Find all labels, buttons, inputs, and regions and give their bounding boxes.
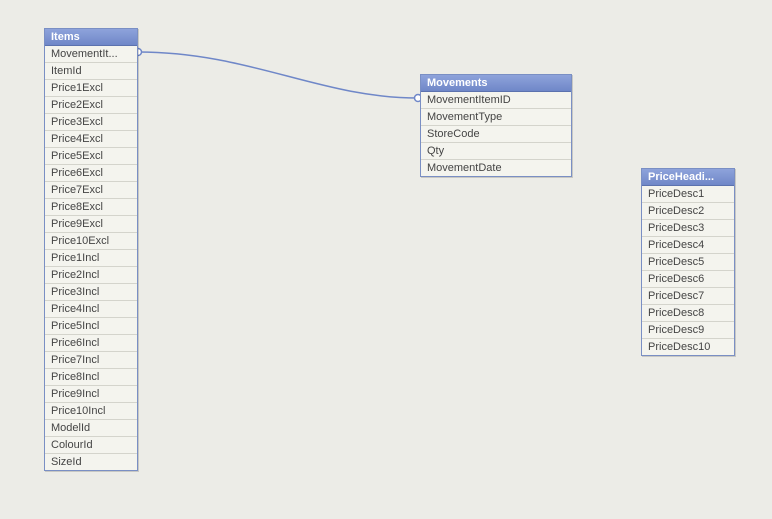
table-movements-field[interactable]: Qty (421, 143, 571, 160)
table-items-field[interactable]: MovementIt... (45, 46, 137, 63)
table-items-field[interactable]: ItemId (45, 63, 137, 80)
table-items-field[interactable]: Price6Incl (45, 335, 137, 352)
table-priceheadings-field[interactable]: PriceDesc1 (642, 186, 734, 203)
table-items[interactable]: Items MovementIt... ItemId Price1Excl Pr… (44, 28, 138, 471)
table-movements-field[interactable]: MovementItemID (421, 92, 571, 109)
table-movements[interactable]: Movements MovementItemID MovementType St… (420, 74, 572, 177)
table-items-field[interactable]: Price8Incl (45, 369, 137, 386)
table-movements-header[interactable]: Movements (421, 75, 571, 92)
table-movements-field[interactable]: StoreCode (421, 126, 571, 143)
table-priceheadings-field[interactable]: PriceDesc2 (642, 203, 734, 220)
table-items-field[interactable]: Price4Incl (45, 301, 137, 318)
table-items-field[interactable]: Price4Excl (45, 131, 137, 148)
table-priceheadings[interactable]: PriceHeadi... PriceDesc1 PriceDesc2 Pric… (641, 168, 735, 356)
table-priceheadings-field[interactable]: PriceDesc9 (642, 322, 734, 339)
table-items-field[interactable]: Price2Excl (45, 97, 137, 114)
table-items-field[interactable]: Price3Incl (45, 284, 137, 301)
table-items-field[interactable]: Price6Excl (45, 165, 137, 182)
table-items-field[interactable]: Price5Incl (45, 318, 137, 335)
table-movements-field[interactable]: MovementType (421, 109, 571, 126)
table-items-field[interactable]: Price10Excl (45, 233, 137, 250)
table-items-field[interactable]: ColourId (45, 437, 137, 454)
diagram-canvas: Items MovementIt... ItemId Price1Excl Pr… (0, 0, 772, 519)
table-items-field[interactable]: Price8Excl (45, 199, 137, 216)
table-items-field[interactable]: Price1Incl (45, 250, 137, 267)
table-priceheadings-field[interactable]: PriceDesc7 (642, 288, 734, 305)
table-priceheadings-field[interactable]: PriceDesc3 (642, 220, 734, 237)
table-priceheadings-header[interactable]: PriceHeadi... (642, 169, 734, 186)
table-items-field[interactable]: ModelId (45, 420, 137, 437)
table-priceheadings-field[interactable]: PriceDesc10 (642, 339, 734, 355)
table-items-field[interactable]: Price7Incl (45, 352, 137, 369)
table-items-field[interactable]: Price9Incl (45, 386, 137, 403)
table-items-header[interactable]: Items (45, 29, 137, 46)
table-items-field[interactable]: Price7Excl (45, 182, 137, 199)
table-priceheadings-field[interactable]: PriceDesc6 (642, 271, 734, 288)
table-items-field[interactable]: Price1Excl (45, 80, 137, 97)
table-movements-field[interactable]: MovementDate (421, 160, 571, 176)
table-priceheadings-field[interactable]: PriceDesc4 (642, 237, 734, 254)
table-items-field[interactable]: Price2Incl (45, 267, 137, 284)
table-items-field[interactable]: Price3Excl (45, 114, 137, 131)
table-items-field[interactable]: Price10Incl (45, 403, 137, 420)
table-items-field[interactable]: Price5Excl (45, 148, 137, 165)
table-priceheadings-field[interactable]: PriceDesc5 (642, 254, 734, 271)
table-items-field[interactable]: SizeId (45, 454, 137, 470)
table-items-field[interactable]: Price9Excl (45, 216, 137, 233)
table-priceheadings-field[interactable]: PriceDesc8 (642, 305, 734, 322)
